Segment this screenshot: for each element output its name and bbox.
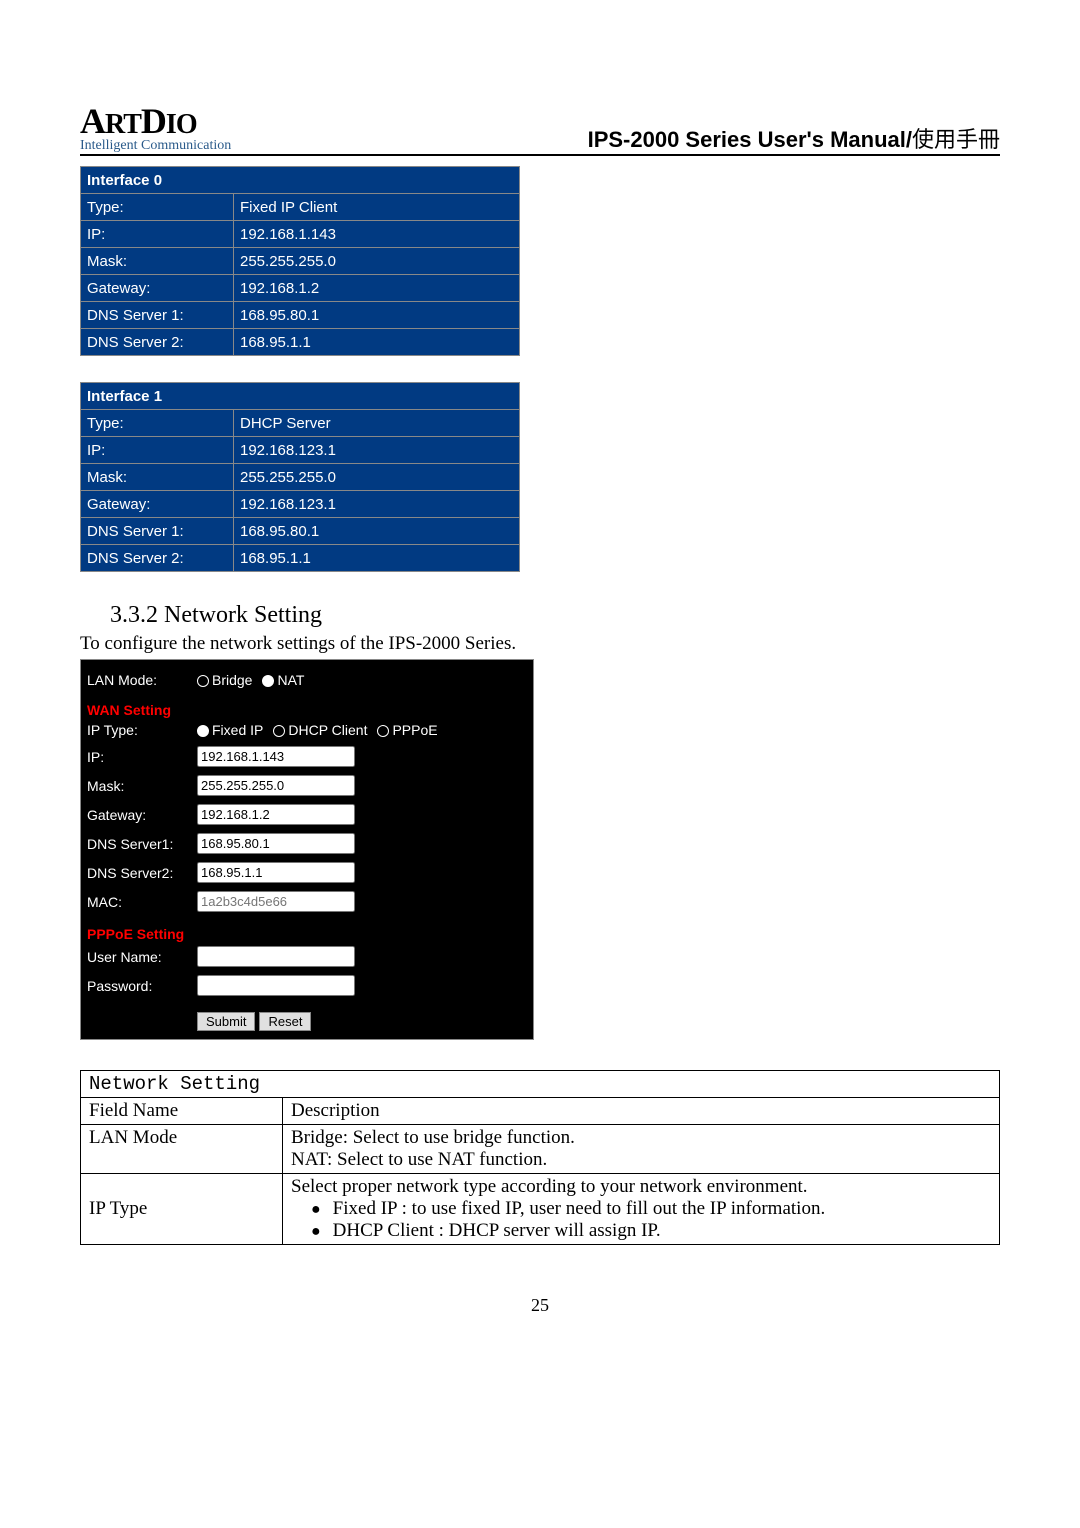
lan-mode-row: LAN Mode: Bridge NAT (87, 668, 527, 692)
radio-nat[interactable]: NAT (262, 672, 304, 688)
row-lanmode-desc: Bridge: Select to use bridge function. N… (283, 1125, 1000, 1174)
row-lanmode-field: LAN Mode (81, 1125, 283, 1174)
section-desc: To configure the network settings of the… (80, 633, 1000, 655)
ip-type-label: IP Type: (87, 722, 197, 738)
page-number: 25 (80, 1295, 1000, 1316)
radio-dhcp-client[interactable]: DHCP Client (273, 722, 367, 738)
gateway-input[interactable] (197, 804, 355, 825)
col-desc: Description (283, 1098, 1000, 1125)
desc-table-title: Network Setting (81, 1071, 1000, 1098)
radio-icon (197, 725, 209, 737)
pppoe-heading: PPPoE Setting (87, 926, 527, 942)
dns1-label: DNS Server1: (87, 836, 197, 852)
mask-input[interactable] (197, 775, 355, 796)
network-form-panel: LAN Mode: Bridge NAT WAN Setting IP Type… (80, 659, 534, 1040)
ip-input[interactable] (197, 746, 355, 767)
row-iptype-desc: Select proper network type according to … (283, 1174, 1000, 1245)
radio-icon (377, 725, 389, 737)
radio-bridge[interactable]: Bridge (197, 672, 252, 688)
password-label: Password: (87, 978, 197, 994)
radio-icon (262, 675, 274, 687)
col-field: Field Name (81, 1098, 283, 1125)
interface0-table: Interface 0 Type:Fixed IP Client IP:192.… (80, 166, 520, 356)
ip-type-row: IP Type: Fixed IP DHCP Client PPPoE (87, 718, 527, 742)
interface1-table: Interface 1 Type:DHCP Server IP:192.168.… (80, 382, 520, 572)
page-header: ARTDIO Intelligent Communication IPS-200… (80, 100, 1000, 156)
gateway-label: Gateway: (87, 807, 197, 823)
password-input[interactable] (197, 975, 355, 996)
bullet-icon: ● (311, 1201, 321, 1218)
network-setting-desc-table: Network Setting Field Name Description L… (80, 1070, 1000, 1245)
username-input[interactable] (197, 946, 355, 967)
wan-heading: WAN Setting (87, 702, 527, 718)
radio-fixed-ip[interactable]: Fixed IP (197, 722, 263, 738)
interface1-title: Interface 1 (81, 383, 520, 410)
submit-button[interactable]: Submit (197, 1012, 255, 1031)
row-iptype-field: IP Type (81, 1174, 283, 1245)
mask-label: Mask: (87, 778, 197, 794)
dns2-input[interactable] (197, 862, 355, 883)
radio-icon (273, 725, 285, 737)
radio-pppoe[interactable]: PPPoE (377, 722, 437, 738)
radio-icon (197, 675, 209, 687)
logo-block: ARTDIO Intelligent Communication (80, 100, 231, 154)
manual-title: IPS-2000 Series User's Manual/使用手冊 (588, 122, 1000, 154)
mac-label: MAC: (87, 894, 197, 910)
logo-tagline: Intelligent Communication (80, 138, 231, 154)
mac-input[interactable] (197, 891, 355, 912)
lan-mode-label: LAN Mode: (87, 672, 197, 688)
dns2-label: DNS Server2: (87, 865, 197, 881)
interface0-title: Interface 0 (81, 167, 520, 194)
bullet-icon: ● (311, 1223, 321, 1240)
ip-label: IP: (87, 749, 197, 765)
logo-text: ARTDIO (80, 100, 231, 142)
dns1-input[interactable] (197, 833, 355, 854)
username-label: User Name: (87, 949, 197, 965)
section-title: 3.3.2 Network Setting (110, 602, 1000, 629)
reset-button[interactable]: Reset (259, 1012, 311, 1031)
